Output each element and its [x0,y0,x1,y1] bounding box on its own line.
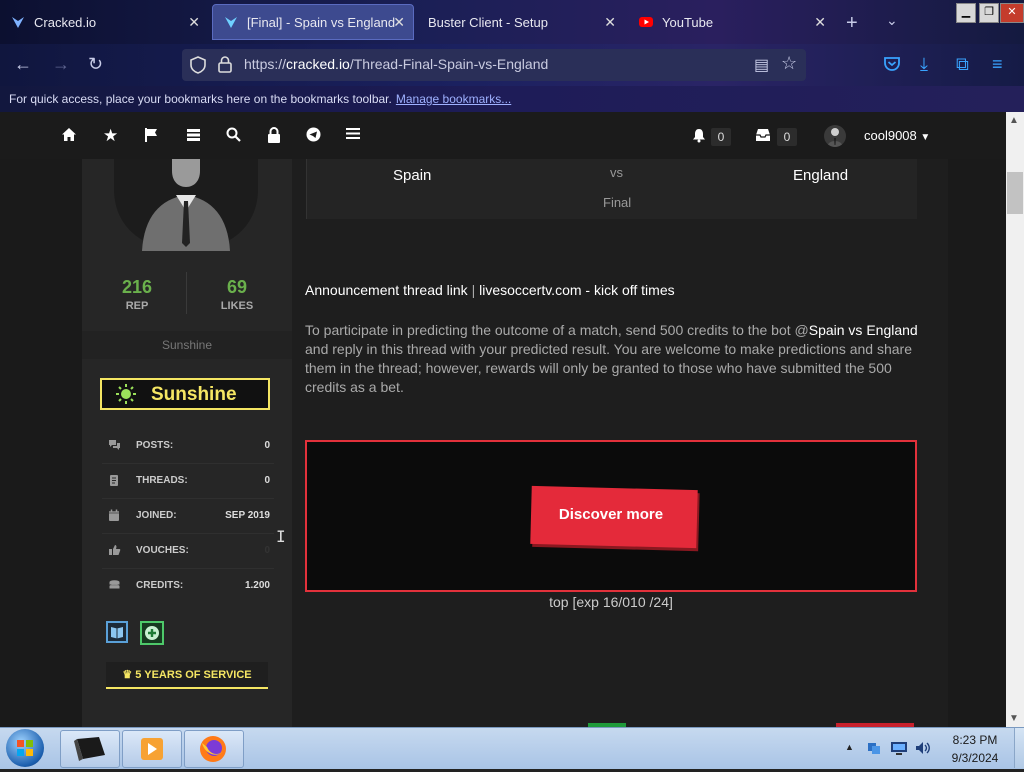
reader-view-icon[interactable]: ▤ [754,55,769,75]
bell-icon[interactable] [692,128,706,148]
tab-active-thread[interactable]: [Final] - Spain vs England ✕ [212,4,414,40]
forward-icon[interactable]: → [52,54,70,75]
bot-mention[interactable]: Spain vs England [809,322,918,338]
list-tabs-icon[interactable]: ⌄ [886,12,898,29]
rep-label: REP [125,300,149,312]
bookmark-star-icon[interactable]: ☆ [781,53,797,74]
stack-icon[interactable] [186,127,201,147]
crown-icon: ♛ [122,669,133,681]
vs-label: vs [610,165,623,180]
reload-icon[interactable]: ↻ [88,54,103,75]
new-tab-icon[interactable]: + [846,12,858,35]
tab-title: Buster Client - Setup [428,14,548,30]
clock-date[interactable]: 9/3/2024 [940,751,1010,765]
inbox-count: 0 [777,128,797,146]
url-text[interactable]: https://cracked.io/Thread-Final-Spain-vs… [244,56,548,72]
likes-label: LIKES [220,300,254,312]
close-tab-icon[interactable]: ✕ [814,14,826,31]
profile-avatar [114,159,258,251]
flag-icon[interactable] [144,127,159,148]
bookmarks-hint: For quick access, place your bookmarks h… [9,92,512,106]
cracked-logo-icon [10,14,26,30]
usertitle: Sunshine [161,338,213,352]
calendar-icon [108,509,120,521]
tab-cracked[interactable]: Cracked.io ✕ [0,4,208,40]
close-tab-icon[interactable]: ✕ [188,14,200,31]
thumbs-up-icon [108,544,121,556]
show-hidden-icons[interactable]: ▲ [845,742,854,752]
pocket-icon[interactable] [883,56,901,77]
downloads-icon[interactable]: ⤓ [920,54,928,75]
show-desktop-button[interactable] [1014,728,1024,768]
maximize-window-button[interactable]: ❐ [979,3,999,23]
info-row-vouches: VOUCHES: 0 [102,534,274,569]
service-award: ♛ 5 YEARS OF SERVICE [122,669,252,681]
taskbar-app-media-player[interactable] [122,730,182,768]
tray-volume-icon[interactable] [914,740,932,761]
info-row-threads: THREADS: 0 [102,464,274,499]
discover-more-label: Discover more [558,506,664,523]
close-tab-icon[interactable]: ✕ [393,14,405,31]
close-window-button[interactable]: ✕ [1000,3,1024,23]
home-team: Spain [393,167,432,184]
award-book-icon[interactable] [106,621,128,643]
star-icon[interactable]: ★ [103,126,118,146]
tab-title: [Final] - Spain vs England [247,14,396,30]
document-icon [108,474,120,486]
taskbar-app-terminal[interactable] [60,730,120,768]
home-icon[interactable] [61,127,77,147]
menu-icon[interactable]: ≡ [992,54,1003,75]
livesoccertv-link[interactable]: livesoccertv.com - kick off times [479,282,675,298]
likes-value: 69 [226,277,248,297]
youtube-icon [638,14,654,30]
award-plus-icon[interactable] [140,621,164,645]
tray-network-icon[interactable] [866,740,882,761]
user-avatar[interactable] [824,125,846,147]
announcement-link[interactable]: Announcement thread link [305,282,468,298]
telegram-icon[interactable] [306,127,321,147]
tab-title: Cracked.io [34,14,97,30]
comments-icon [108,439,120,451]
search-icon[interactable] [226,127,241,147]
text-cursor-icon: I [276,527,286,546]
notifications-count: 0 [711,128,731,146]
padlock-icon[interactable] [267,127,281,148]
info-row-credits: CREDITS: 1.200 [102,569,274,603]
start-button[interactable] [6,729,44,767]
info-row-joined: JOINED: SEP 2019 [102,499,274,534]
rep-value: 216 [121,277,153,297]
tray-monitor-icon[interactable] [890,740,908,761]
info-row-posts: POSTS: 0 [102,429,274,464]
sun-icon [115,383,137,410]
username-menu[interactable]: cool9008 ▼ [864,128,930,143]
cracked-logo-icon [223,14,239,30]
coins-icon [108,579,120,591]
post-links: Announcement thread link | livesoccertv.… [305,282,675,298]
ad-caption: top [exp 16/010 /24] [549,594,673,610]
manage-bookmarks-link[interactable]: Manage bookmarks... [396,92,511,106]
scroll-down-icon[interactable]: ▼ [1009,713,1019,724]
tab-title: YouTube [662,14,714,30]
lock-icon[interactable] [218,56,232,78]
match-stage: Final [603,195,632,210]
chevron-down-icon: ▼ [920,132,931,143]
taskbar-app-firefox[interactable] [184,730,244,768]
back-icon[interactable]: ← [14,54,32,75]
post-paragraph: To participate in predicting the outcome… [305,322,918,395]
extensions-icon[interactable]: ⧉ [956,54,969,75]
tab-youtube[interactable]: YouTube ✕ [628,4,834,40]
hamburger-menu-icon[interactable] [346,127,360,145]
badge-text: Sunshine [151,384,237,405]
close-tab-icon[interactable]: ✕ [604,14,616,31]
tab-buster-client[interactable]: Buster Client - Setup ✕ [418,4,624,40]
stat-divider [186,272,187,314]
away-team: England [793,167,849,184]
clock-time[interactable]: 8:23 PM [940,733,1010,747]
scrollbar-thumb[interactable] [1007,172,1023,214]
inbox-icon[interactable] [755,128,771,147]
shield-icon[interactable] [190,56,206,79]
minimize-window-button[interactable]: ▁ [956,3,976,23]
scroll-up-icon[interactable]: ▲ [1009,115,1019,126]
